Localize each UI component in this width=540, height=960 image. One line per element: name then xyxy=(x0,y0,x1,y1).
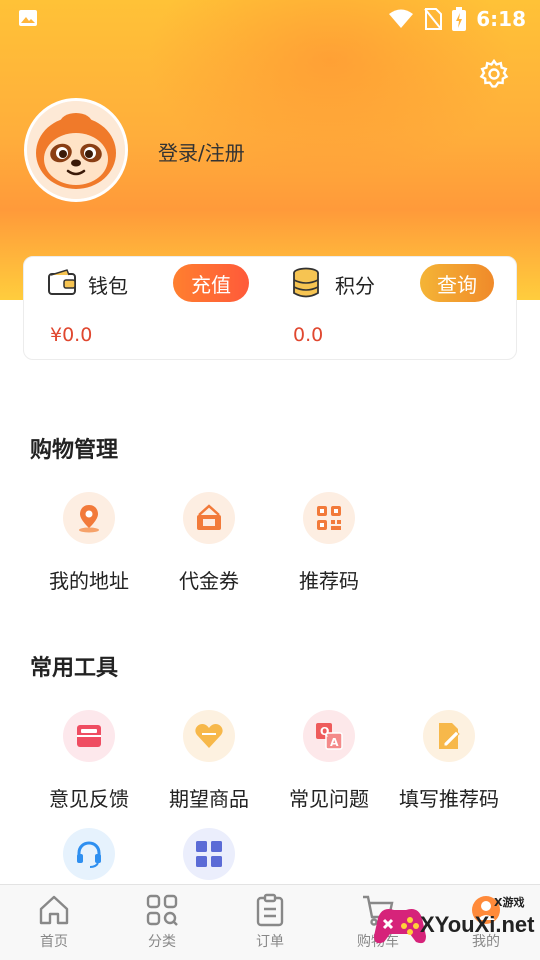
qa-icon: Q A xyxy=(316,723,343,750)
watermark-text: XYouXi.net xyxy=(420,912,535,937)
grid-apps-icon xyxy=(196,841,222,867)
tab-orders[interactable]: 订单 xyxy=(230,893,310,951)
feedback-label: 意见反馈 xyxy=(49,787,129,811)
no-sim-icon xyxy=(424,8,443,30)
tab-home-label: 首页 xyxy=(40,934,68,950)
status-time: 6:18 xyxy=(476,7,526,31)
settings-gear-icon[interactable] xyxy=(478,58,510,90)
wallet-balance: ¥0.0 xyxy=(50,324,93,346)
customer-service-item[interactable] xyxy=(29,828,149,880)
my-address-label: 我的地址 xyxy=(49,569,129,593)
svg-text:Q: Q xyxy=(320,725,329,738)
enter-referral-label: 填写推荐码 xyxy=(399,787,499,811)
status-bar: 6:18 xyxy=(0,0,540,38)
qr-code-icon xyxy=(317,506,341,530)
more-apps-item[interactable] xyxy=(149,828,269,880)
watermark-small-text: X游戏 xyxy=(494,896,525,909)
sloth-mascot-icon xyxy=(27,101,125,199)
home-icon xyxy=(39,895,69,925)
wish-item[interactable]: 期望商品 xyxy=(149,710,269,812)
tab-category-label: 分类 xyxy=(148,934,176,950)
login-register-link[interactable]: 登录/注册 xyxy=(158,137,245,166)
voucher-icon xyxy=(197,504,221,530)
location-icon xyxy=(79,505,99,533)
avatar[interactable] xyxy=(24,98,128,202)
referral-code-item[interactable]: 推荐码 xyxy=(269,492,389,594)
my-address-item[interactable]: 我的地址 xyxy=(29,492,149,594)
referral-code-label: 推荐码 xyxy=(299,569,359,593)
heart-icon xyxy=(195,724,223,748)
tools-section-title: 常用工具 xyxy=(30,656,119,681)
wish-label: 期望商品 xyxy=(169,787,249,811)
wallet-icon xyxy=(48,269,76,295)
headset-icon xyxy=(77,841,101,868)
recharge-button[interactable]: 充值 xyxy=(173,264,249,302)
order-icon xyxy=(256,893,284,927)
tab-orders-label: 订单 xyxy=(256,934,284,950)
wifi-icon xyxy=(389,9,414,28)
image-notification-icon xyxy=(19,10,37,26)
battery-charging-icon xyxy=(452,7,467,31)
tab-home[interactable]: 首页 xyxy=(14,893,94,951)
category-icon xyxy=(146,894,178,926)
query-button[interactable]: 查询 xyxy=(420,264,494,302)
faq-label: 常见问题 xyxy=(289,787,369,811)
tab-category[interactable]: 分类 xyxy=(122,893,202,951)
wallet-label: 钱包 xyxy=(88,274,128,298)
voucher-item[interactable]: 代金券 xyxy=(149,492,269,594)
points-label: 积分 xyxy=(335,274,375,298)
feedback-icon xyxy=(77,725,101,747)
coins-icon xyxy=(293,267,319,298)
site-watermark: X游戏 XYouXi.net xyxy=(372,892,540,960)
faq-item[interactable]: Q A 常见问题 xyxy=(269,710,389,812)
enter-referral-item[interactable]: 填写推荐码 xyxy=(389,710,509,812)
feedback-item[interactable]: 意见反馈 xyxy=(29,710,149,812)
voucher-label: 代金券 xyxy=(179,569,239,593)
shopping-section-title: 购物管理 xyxy=(30,438,119,463)
wallet-points-card: 钱包 充值 积分 查询 ¥0.0 0.0 xyxy=(23,256,517,360)
svg-text:A: A xyxy=(330,736,339,749)
edit-code-icon xyxy=(439,723,460,749)
points-balance: 0.0 xyxy=(293,324,324,346)
